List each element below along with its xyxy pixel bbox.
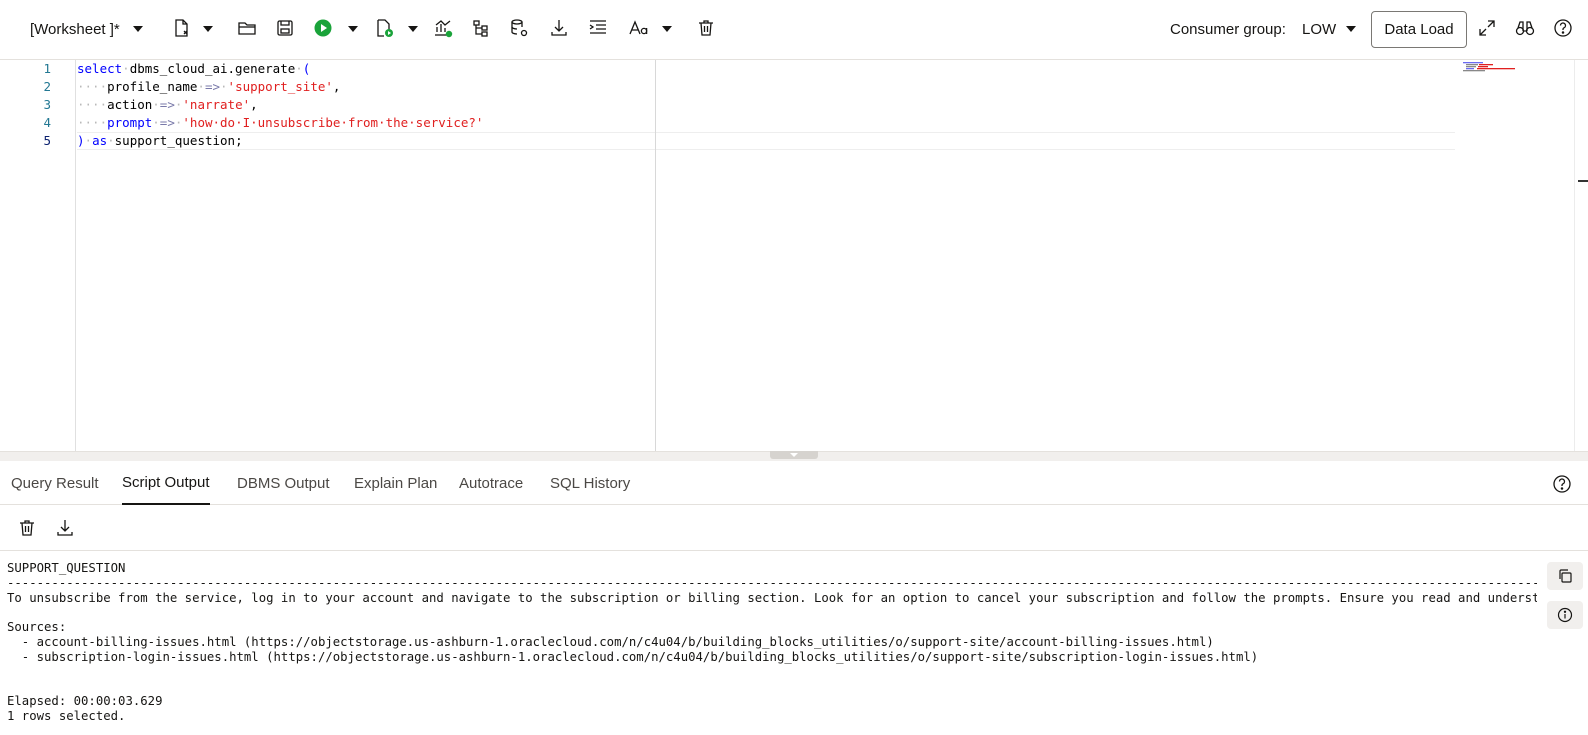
code-token: support_question; [114, 133, 243, 148]
text-case-menu-chevron-down-icon[interactable] [662, 26, 672, 32]
current-line-highlight [77, 132, 1455, 150]
output-info-button[interactable] [1547, 601, 1583, 629]
line-number: 2 [43, 79, 51, 94]
code-token: dbms_cloud_ai.generate [129, 61, 296, 76]
output-elapsed-time: Elapsed: 00:00:03.629 [7, 694, 163, 708]
whitespace-marker: · [84, 133, 93, 148]
whitespace-marker: ···· [77, 79, 108, 94]
clear-output-trash-icon[interactable] [16, 517, 38, 539]
tab-explain-plan[interactable]: Explain Plan [354, 462, 437, 505]
whitespace-marker: ···· [77, 97, 108, 112]
copy-output-button[interactable] [1547, 562, 1583, 590]
whitespace-marker: · [197, 79, 205, 94]
code-line[interactable]: )·as·support_question; [77, 132, 243, 150]
data-load-button[interactable]: Data Load [1371, 11, 1467, 48]
print-margin-ruler [655, 60, 656, 451]
run-menu-chevron-down-icon[interactable] [348, 26, 358, 32]
copy-icon [1559, 569, 1572, 583]
output-rows-selected: 1 rows selected. [7, 709, 126, 723]
code-token: => [159, 97, 175, 112]
code-token: 'support_site' [227, 79, 333, 94]
script-menu-chevron-down-icon[interactable] [408, 26, 418, 32]
tab-dbms-output[interactable]: DBMS Output [237, 462, 330, 505]
code-token: as [92, 133, 108, 148]
editor-vertical-scrollbar[interactable] [1574, 60, 1588, 451]
help-icon[interactable] [1552, 17, 1574, 39]
output-toolbar [0, 505, 1588, 551]
worksheet-menu-chevron-down-icon[interactable] [133, 26, 143, 32]
whitespace-marker: · [107, 133, 115, 148]
code-token: => [159, 115, 175, 130]
run-script-icon[interactable] [373, 17, 395, 39]
output-help-icon[interactable] [1551, 473, 1573, 495]
format-indent-icon[interactable] [587, 17, 609, 39]
info-icon [1557, 607, 1573, 623]
collapse-arrow-icon [790, 453, 798, 457]
database-settings-icon[interactable] [508, 17, 530, 39]
output-sources-label: Sources: [7, 620, 67, 634]
download-output-icon[interactable] [54, 517, 76, 539]
line-number: 5 [43, 133, 51, 148]
whitespace-marker: · [295, 61, 303, 76]
code-token: 'how·do·I·unsubscribe·from·the·service?' [182, 115, 484, 130]
code-line[interactable]: select·dbms_cloud_ai.generate·( [77, 60, 310, 78]
whitespace-marker: ···· [77, 115, 108, 130]
code-token: ) [77, 133, 85, 148]
download-icon[interactable] [548, 17, 570, 39]
code-token: ( [302, 61, 311, 76]
output-tabs: Query Result Script Output DBMS Output E… [0, 462, 1588, 505]
output-source-item: - account-billing-issues.html (https://o… [7, 635, 1214, 649]
consumer-group-select[interactable]: LOW [1302, 0, 1336, 58]
expand-icon[interactable] [1476, 17, 1498, 39]
output-column-header: SUPPORT_QUESTION [7, 561, 126, 575]
code-line[interactable]: ····profile_name·=>·'support_site', [77, 78, 340, 96]
code-token: prompt [107, 115, 153, 130]
run-statement-icon[interactable] [312, 17, 334, 39]
clear-trash-icon[interactable] [695, 17, 717, 39]
worksheet-title-menu[interactable]: [Worksheet ]* [30, 0, 120, 58]
line-number: 3 [43, 97, 51, 112]
code-token: , [332, 79, 341, 94]
line-number: 1 [43, 61, 51, 76]
splitter-handle[interactable] [770, 451, 818, 459]
consumer-group-chevron-down-icon[interactable] [1346, 26, 1356, 32]
code-minimap[interactable] [1463, 60, 1573, 451]
consumer-group-label: Consumer group: [1170, 20, 1286, 38]
code-token: action [107, 97, 153, 112]
autotrace-tree-icon[interactable] [470, 17, 492, 39]
tab-script-output[interactable]: Script Output [122, 462, 210, 505]
script-output-panel[interactable]: SUPPORT_QUESTION -----------------------… [7, 553, 1537, 735]
code-token: profile_name [107, 79, 198, 94]
tab-sql-history[interactable]: SQL History [550, 462, 630, 505]
find-binoculars-icon[interactable] [1514, 17, 1536, 39]
save-icon[interactable] [274, 17, 296, 39]
worksheet-toolbar: [Worksheet ]* Consumer group: LOW Data L… [0, 0, 1588, 60]
code-token: 'narrate' [182, 97, 251, 112]
tab-autotrace[interactable]: Autotrace [459, 462, 523, 505]
code-line[interactable]: ····prompt·=>·'how·do·I·unsubscribe·from… [77, 114, 483, 132]
code-token: select [77, 61, 123, 76]
whitespace-marker: · [152, 115, 160, 130]
open-folder-icon[interactable] [236, 17, 258, 39]
code-token: => [204, 79, 221, 94]
text-case-icon[interactable] [628, 17, 650, 39]
whitespace-marker: · [152, 97, 160, 112]
code-line[interactable]: ····action·=>·'narrate', [77, 96, 258, 114]
whitespace-marker: · [220, 79, 228, 94]
line-number-gutter: 1 2 3 4 5 [0, 60, 76, 451]
output-separator: ----------------------------------------… [7, 576, 1537, 590]
explain-plan-icon[interactable] [432, 17, 454, 39]
code-token: , [250, 97, 258, 112]
new-menu-chevron-down-icon[interactable] [203, 26, 213, 32]
output-source-item: - subscription-login-issues.html (https:… [7, 650, 1259, 664]
line-number: 4 [43, 115, 51, 130]
scrollbar-position-marker [1578, 180, 1588, 182]
output-answer-text: To unsubscribe from the service, log in … [7, 591, 1537, 605]
tab-query-result[interactable]: Query Result [11, 462, 99, 505]
new-file-icon[interactable] [170, 17, 192, 39]
whitespace-marker: · [122, 61, 130, 76]
sql-editor[interactable]: 1 2 3 4 5 select·dbms_cloud_ai.generate·… [0, 60, 1588, 451]
